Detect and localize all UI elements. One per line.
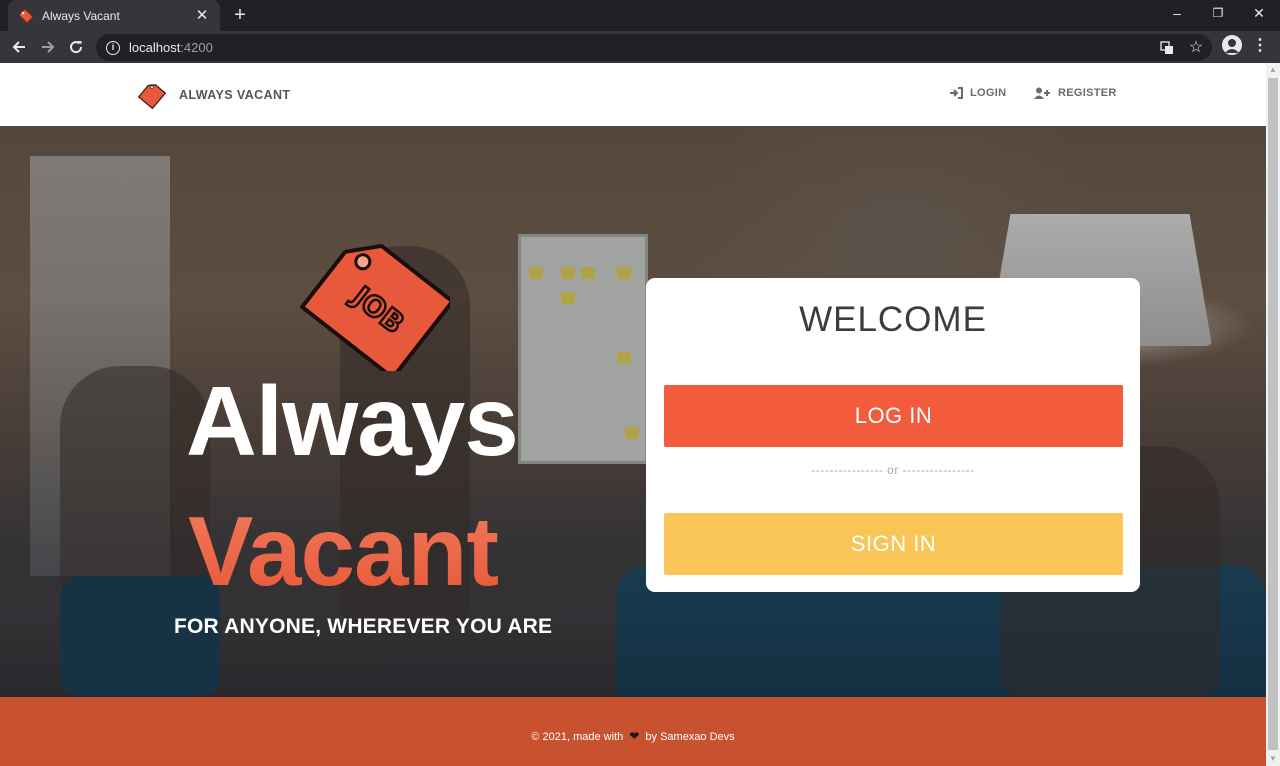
site-navbar: ALWAYS VACANT LOGIN REGISTER [0, 63, 1266, 126]
hero-section: JOB Always Vacant FOR ANYONE, WHEREVER Y… [0, 126, 1266, 697]
nav-login-link[interactable]: LOGIN [949, 87, 1006, 99]
url-port: :4200 [180, 40, 213, 55]
footer-prefix: © 2021, made with [531, 731, 624, 743]
bookmark-star-icon[interactable]: ☆ [1185, 37, 1207, 59]
address-bar[interactable]: i localhost :4200 ☆ [96, 34, 1212, 61]
job-tag-logo-icon [138, 84, 166, 109]
back-arrow-icon[interactable] [7, 35, 31, 59]
translate-icon[interactable] [1156, 37, 1178, 59]
tag-favicon-icon [18, 7, 34, 24]
reload-icon[interactable] [64, 35, 88, 59]
tab-title: Always Vacant [42, 8, 120, 23]
site-footer: © 2021, made with ❤ by Samexao Devs [0, 697, 1266, 766]
hero-title-line1: Always [186, 366, 519, 476]
scroll-up-arrow-icon[interactable]: ▲ [1266, 63, 1280, 77]
log-in-button[interactable]: LOG IN [664, 385, 1123, 447]
tab-close-icon[interactable]: ✕ [194, 7, 210, 24]
footer-suffix: by Samexao Devs [645, 731, 735, 743]
sign-in-button[interactable]: SIGN IN [664, 513, 1123, 575]
browser-toolbar: i localhost :4200 ☆ ⋮ [0, 31, 1280, 63]
hero-subtitle: FOR ANYONE, WHEREVER YOU ARE [174, 615, 553, 638]
restore-button[interactable]: ❐ [1197, 0, 1239, 28]
user-plus-icon [1034, 87, 1050, 99]
browser-tab-always-vacant[interactable]: Always Vacant ✕ [8, 0, 220, 31]
scrollbar-thumb[interactable] [1268, 78, 1278, 750]
hero-title-line2: Vacant [188, 496, 499, 606]
brand-name: ALWAYS VACANT [179, 88, 291, 102]
browser-menu-icon[interactable]: ⋮ [1252, 35, 1268, 59]
nav-login-label: LOGIN [970, 87, 1007, 99]
url-host: localhost [129, 40, 181, 55]
browser-tabstrip: Always Vacant ✕ + – ❐ ✕ [0, 0, 1280, 31]
nav-register-link[interactable]: REGISTER [1034, 87, 1117, 99]
minimize-button[interactable]: – [1156, 0, 1198, 28]
welcome-title: WELCOME [799, 300, 987, 339]
or-separator: ---------------- or ---------------- [811, 463, 975, 477]
close-window-button[interactable]: ✕ [1238, 0, 1280, 28]
new-tab-button[interactable]: + [228, 4, 252, 28]
scroll-down-arrow-icon[interactable]: ▼ [1266, 752, 1280, 766]
heart-icon: ❤ [629, 729, 640, 743]
welcome-card: WELCOME LOG IN ---------------- or -----… [646, 278, 1140, 592]
forward-arrow-icon[interactable] [36, 35, 60, 59]
page-scrollbar[interactable]: ▲ ▼ [1266, 63, 1280, 766]
brand-link[interactable]: ALWAYS VACANT [138, 81, 290, 109]
info-icon[interactable]: i [106, 40, 120, 55]
profile-avatar-icon[interactable] [1222, 35, 1242, 55]
sign-in-icon [950, 87, 963, 99]
job-tag-illustration: JOB [300, 243, 450, 371]
nav-register-label: REGISTER [1058, 87, 1117, 99]
footer-credit: © 2021, made with ❤ by Samexao Devs [0, 729, 1266, 743]
page-viewport: ALWAYS VACANT LOGIN REGISTER JOB Always … [0, 63, 1266, 766]
